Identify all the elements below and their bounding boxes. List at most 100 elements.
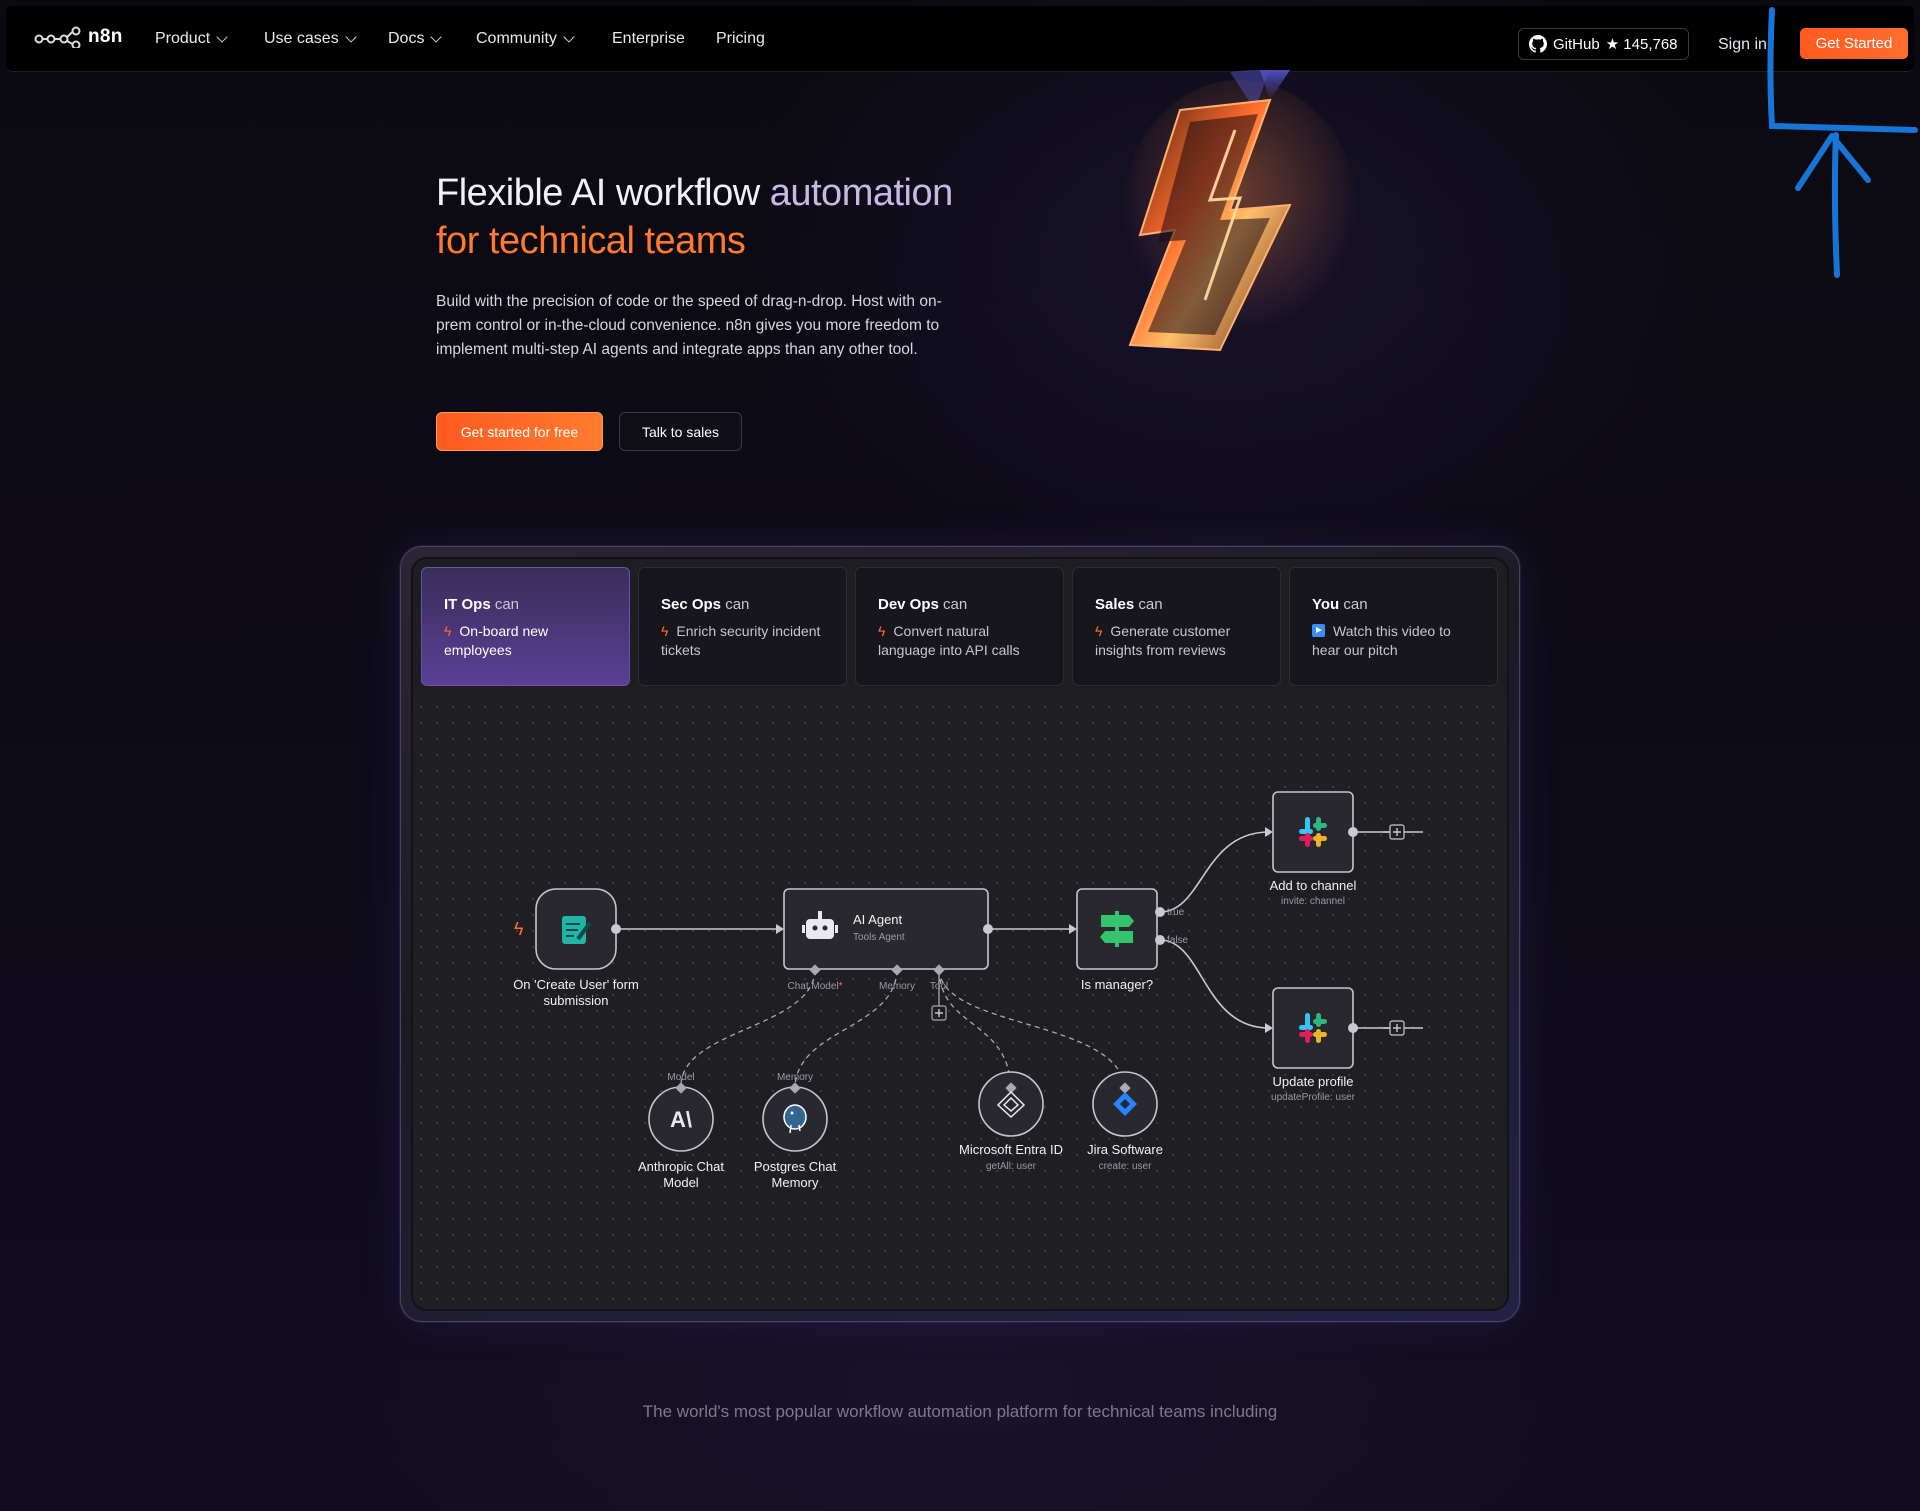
tab-can: can (1339, 596, 1368, 613)
n8n-logo[interactable]: n8n (34, 26, 123, 48)
nav-enterprise[interactable]: Enterprise (612, 30, 685, 48)
nav-product[interactable]: Product (155, 30, 228, 48)
entra-label: Microsoft Entra ID (959, 1142, 1063, 1157)
trigger-label-2: submission (543, 993, 608, 1008)
workflow-demo-panel: IT Ops can ϟ On-board new employees Sec O… (400, 546, 1520, 1322)
tab-sec-ops[interactable]: Sec Ops can ϟ Enrich security incident ti… (638, 567, 847, 686)
top-nav: n8n Product Use cases Docs Community Ent… (6, 6, 1914, 72)
nav-pricing-label: Pricing (716, 30, 765, 47)
port-chat-model: Chat Model* (787, 981, 842, 992)
tab-team: Dev Ops (878, 596, 939, 613)
tab-can: can (490, 596, 520, 613)
ai-agent-node[interactable]: AI Agent Tools Agent Chat Model* Memory … (783, 888, 993, 992)
tab-heading: You can (1312, 596, 1475, 613)
if-node[interactable]: true false Is manager? (1076, 888, 1189, 992)
agent-subtitle: Tools Agent (853, 932, 905, 943)
get-started-free-button[interactable]: Get started for free (436, 412, 603, 451)
tab-it-ops[interactable]: IT Ops can ϟ On-board new employees (421, 567, 630, 686)
postgres-port-label: Memory (777, 1072, 813, 1083)
if-false-label: false (1167, 935, 1189, 946)
github-label: GitHub (1553, 35, 1600, 53)
anthropic-port-label: Model (667, 1072, 694, 1083)
jira-sub: create: user (1099, 1161, 1152, 1172)
talk-to-sales-button[interactable]: Talk to sales (619, 412, 742, 451)
tab-sales[interactable]: Sales can ϟ Generate customer insights fr… (1072, 567, 1281, 686)
anthropic-label-2: Model (663, 1175, 699, 1190)
tab-text: Enrich security incident tickets (661, 623, 821, 658)
add-tool-button[interactable] (931, 1005, 947, 1021)
form-icon (562, 916, 592, 944)
play-icon (1312, 624, 1325, 637)
tab-team: Sec Ops (661, 596, 722, 613)
tab-description: ϟ Generate customer insights from reviews (1095, 622, 1258, 660)
tab-heading: Sales can (1095, 596, 1258, 613)
tab-text: Watch this video to hear our pitch (1312, 623, 1451, 658)
sign-in-link[interactable]: Sign in (1718, 36, 1767, 54)
slack-update-profile-node[interactable]: Update profile updateProfile: user (1271, 987, 1358, 1103)
slack1-label: Add to channel (1270, 878, 1357, 893)
chevron-down-icon (430, 30, 443, 43)
tab-description: ϟ Convert natural language into API calls (878, 622, 1041, 660)
tab-heading: Sec Ops can (661, 596, 824, 613)
github-button[interactable]: GitHub ★ 145,768 (1518, 28, 1689, 60)
add-after-slack2-button[interactable] (1389, 1020, 1405, 1036)
nav-community[interactable]: Community (476, 30, 575, 48)
port-memory: Memory (879, 981, 915, 992)
tab-text: Generate customer insights from reviews (1095, 623, 1231, 658)
add-after-slack1-button[interactable] (1389, 824, 1405, 840)
if-true-label: true (1167, 907, 1185, 918)
postgres-label-1: Postgres Chat (754, 1159, 837, 1174)
microsoft-entra-id-node[interactable]: Microsoft Entra ID getAll: user (959, 1071, 1063, 1172)
github-stars: ★ 145,768 (1605, 36, 1678, 53)
bolt-icon: ϟ (1095, 623, 1103, 639)
nav-use-cases[interactable]: Use cases (264, 30, 357, 48)
chevron-down-icon (216, 30, 228, 43)
trigger-label-1: On 'Create User' form (513, 977, 639, 992)
get-started-button[interactable]: Get Started (1800, 28, 1908, 59)
nav-docs-label: Docs (388, 30, 425, 47)
bolt-icon: ϟ (661, 623, 669, 639)
tab-text: On-board new employees (444, 623, 549, 658)
nav-docs[interactable]: Docs (388, 30, 443, 48)
workflow-canvas[interactable]: ϟ On 'Create User' form submission AI Ag… (413, 699, 1507, 1309)
lightning-bolt-illustration (1120, 70, 1360, 360)
entra-sub: getAll: user (986, 1161, 1037, 1172)
anthropic-icon: A\ (670, 1107, 692, 1132)
hero-title-part1: Flexible AI workflow (436, 172, 760, 214)
trigger-bolt-icon: ϟ (514, 919, 524, 939)
hero-description: Build with the precision of code or the … (436, 293, 942, 358)
slack1-sub: invite: channel (1281, 896, 1345, 907)
nav-community-label: Community (476, 30, 557, 47)
nav-enterprise-label: Enterprise (612, 30, 685, 47)
postgres-chat-memory-node[interactable]: Memory Postgres Chat Memory (754, 1072, 837, 1190)
bolt-icon: ϟ (444, 623, 452, 639)
workflow-demo-inner: IT Ops can ϟ On-board new employees Sec O… (411, 557, 1509, 1311)
tab-can: can (1134, 596, 1163, 613)
tab-can: can (938, 596, 968, 613)
n8n-logo-icon (34, 26, 81, 48)
nav-pricing[interactable]: Pricing (716, 30, 765, 48)
anthropic-chat-model-node[interactable]: Model A\ Anthropic Chat Model (638, 1072, 724, 1190)
tab-description: ϟ On-board new employees (444, 622, 607, 660)
tagline: The world's most popular workflow automa… (642, 1402, 1278, 1421)
brand-name: n8n (88, 26, 123, 47)
if-label: Is manager? (1081, 977, 1153, 992)
tab-can: can (721, 596, 750, 613)
chevron-down-icon (563, 30, 575, 43)
nav-use-cases-label: Use cases (264, 30, 339, 47)
jira-software-node[interactable]: Jira Software create: user (1087, 1071, 1163, 1172)
tab-you[interactable]: You can Watch this video to hear our pit… (1289, 567, 1498, 686)
tab-team: Sales (1095, 596, 1135, 613)
slack2-label: Update profile (1273, 1074, 1354, 1089)
postgres-label-2: Memory (772, 1175, 819, 1190)
trigger-node[interactable]: ϟ On 'Create User' form submission (513, 888, 639, 1008)
hero-title-line1: Flexible AI workflow automation (436, 172, 953, 215)
jira-label: Jira Software (1087, 1142, 1163, 1157)
tab-heading: Dev Ops can (878, 596, 1041, 613)
tab-dev-ops[interactable]: Dev Ops can ϟ Convert natural language in… (855, 567, 1064, 686)
github-icon (1529, 35, 1547, 53)
slack-add-to-channel-node[interactable]: Add to channel invite: channel (1270, 791, 1358, 907)
workflow-graph: ϟ On 'Create User' form submission AI Ag… (513, 791, 1423, 1190)
chevron-down-icon (345, 30, 357, 43)
hero-title-part2: automation (759, 172, 954, 214)
